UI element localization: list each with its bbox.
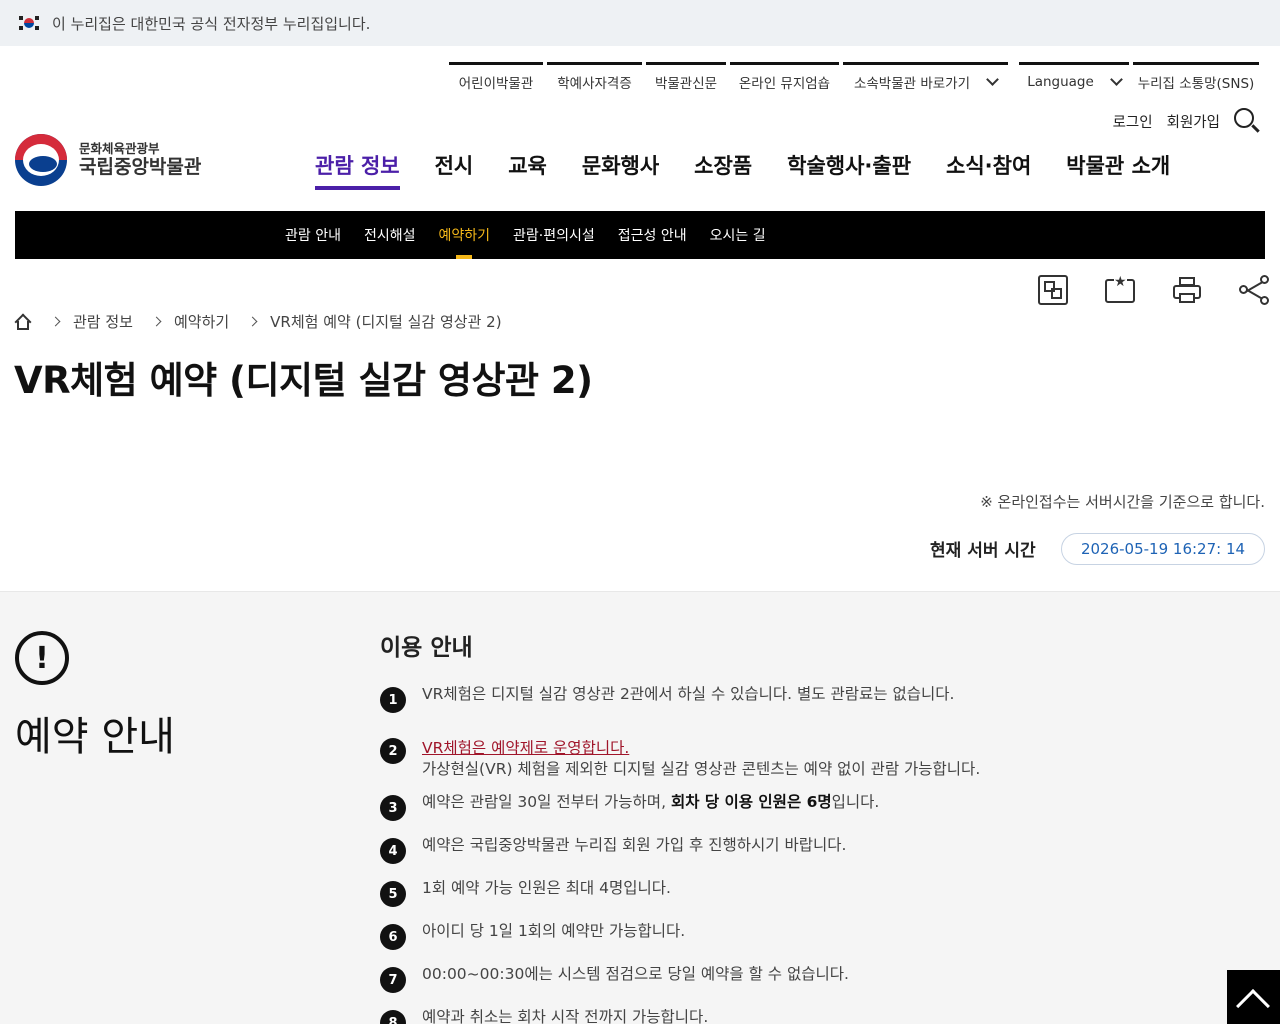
info-title: 예약 안내 <box>15 714 175 760</box>
server-time-label: 현재 서버 시간 <box>930 541 1036 561</box>
main-nav-about[interactable]: 박물관 소개 <box>1066 150 1170 190</box>
item-text: 가상현실(VR) 체험을 제외한 디지털 실감 영상관 콘텐츠는 예약 없이 관… <box>422 760 981 778</box>
main-nav-visit[interactable]: 관람 정보 <box>315 150 400 190</box>
list-item: 2 VR체험은 예약제로 운영합니다. 가상현실(VR) 체험을 제외한 디지털… <box>380 727 980 780</box>
signup-link[interactable]: 회원가입 <box>1167 111 1220 132</box>
list-item: 5 1회 예약 가능 인원은 최대 4명입니다. <box>380 878 980 907</box>
share-icon[interactable] <box>1239 275 1269 305</box>
language-label: Language <box>1027 73 1094 90</box>
list-item: 6 아이디 당 1일 1회의 예약만 가능합니다. <box>380 921 980 950</box>
util-link-sns[interactable]: 누리집 소통망(SNS) <box>1133 62 1259 98</box>
main-nav-news[interactable]: 소식·참여 <box>946 150 1031 190</box>
item-number: 5 <box>380 881 406 907</box>
main-nav-education[interactable]: 교육 <box>508 150 547 190</box>
list-item: 4 예약은 국립중앙박물관 누리집 회원 가입 후 진행하시기 바랍니다. <box>380 835 980 864</box>
item-number: 1 <box>380 687 406 713</box>
page-tools: ★ <box>1038 275 1269 305</box>
usage-title: 이용 안내 <box>380 635 473 661</box>
account-links: 로그인 회원가입 <box>1099 108 1260 134</box>
logo-ministry: 문화체육관광부 <box>79 141 160 157</box>
utility-nav-right: Language 누리집 소통망(SNS) <box>1019 62 1263 98</box>
chevron-right-icon <box>50 316 61 327</box>
exclamation-icon: ! <box>15 631 69 685</box>
chevron-down-icon <box>986 72 999 86</box>
util-link-curator[interactable]: 학예사자격증 <box>547 62 642 98</box>
government-emblem-icon <box>15 134 67 186</box>
usage-list: 1 VR체험은 디지털 실감 영상관 2관에서 하실 수 있습니다. 별도 관람… <box>380 684 980 1024</box>
chevron-right-icon <box>151 316 162 327</box>
chevron-right-icon <box>247 316 258 327</box>
reservation-info: ! 예약 안내 이용 안내 1 VR체험은 디지털 실감 영상관 2관에서 하실… <box>0 591 1280 1024</box>
item-text: 00:00~00:30에는 시스템 점검으로 당일 예약을 할 수 없습니다. <box>422 965 849 983</box>
login-link[interactable]: 로그인 <box>1113 111 1153 132</box>
home-icon[interactable] <box>14 313 32 330</box>
util-link-affiliates[interactable]: 소속박물관 바로가기 <box>843 62 1008 98</box>
page-title: VR체험 예약 (디지털 실감 영상관 2) <box>14 359 593 402</box>
item-text: 예약은 관람일 30일 전부터 가능하며, <box>422 793 671 811</box>
reservation-required-link[interactable]: VR체험은 예약제로 운영합니다. <box>422 739 629 757</box>
item-text: VR체험은 디지털 실감 영상관 2관에서 하실 수 있습니다. 별도 관람료는… <box>422 685 955 703</box>
item-text-strong: 회차 당 이용 인원은 6명 <box>670 793 832 811</box>
breadcrumb-current: VR체험 예약 (디지털 실감 영상관 2) <box>270 313 502 331</box>
sub-nav-directions[interactable]: 오시는 길 <box>710 225 766 245</box>
sub-nav-reservation[interactable]: 예약하기 <box>439 225 490 259</box>
list-item: 1 VR체험은 디지털 실감 영상관 2관에서 하실 수 있습니다. 별도 관람… <box>380 684 980 713</box>
util-link-shop[interactable]: 온라인 뮤지엄숍 <box>730 62 839 98</box>
sub-nav-facilities[interactable]: 관람·편의시설 <box>513 225 595 245</box>
list-item: 3 예약은 관람일 30일 전부터 가능하며, 회차 당 이용 인원은 6명입니… <box>380 792 980 821</box>
search-icon[interactable] <box>1234 108 1260 134</box>
util-link-kids[interactable]: 어린이박물관 <box>449 62 543 98</box>
list-item: 7 00:00~00:30에는 시스템 점검으로 당일 예약을 할 수 없습니다… <box>380 964 980 993</box>
print-icon[interactable] <box>1172 275 1202 305</box>
item-number: 7 <box>380 967 406 993</box>
sub-nav-accessibility[interactable]: 접근성 안내 <box>618 225 687 245</box>
gov-banner-text: 이 누리집은 대한민국 공식 전자정부 누리집입니다. <box>52 14 371 33</box>
sub-nav-docent[interactable]: 전시해설 <box>364 225 416 245</box>
sub-nav-guide[interactable]: 관람 안내 <box>285 225 341 245</box>
breadcrumb: 관람 정보 예약하기 VR체험 예약 (디지털 실감 영상관 2) <box>14 311 502 332</box>
item-text: 입니다. <box>831 793 880 811</box>
language-select[interactable]: Language <box>1019 62 1129 98</box>
item-number: 3 <box>380 795 406 821</box>
chevron-down-icon <box>1109 72 1123 86</box>
item-text: 아이디 당 1일 1회의 예약만 가능합니다. <box>422 922 686 940</box>
gov-banner: 이 누리집은 대한민국 공식 전자정부 누리집입니다. <box>0 0 1280 46</box>
main-nav-events[interactable]: 문화행사 <box>582 150 659 190</box>
main-nav: 관람 정보 전시 교육 문화행사 소장품 학술행사·출판 소식·참여 박물관 소… <box>315 150 1205 190</box>
item-text: 예약과 취소는 회차 시작 전까지 가능합니다. <box>422 1008 709 1024</box>
server-time-note: ※ 온라인접수는 서버시간을 기준으로 합니다. <box>980 493 1265 511</box>
item-text: 예약은 국립중앙박물관 누리집 회원 가입 후 진행하시기 바랍니다. <box>422 836 847 854</box>
list-item: 8 예약과 취소는 회차 시작 전까지 가능합니다. <box>380 1007 980 1024</box>
utility-nav: 어린이박물관 학예사자격증 박물관신문 온라인 뮤지엄숍 소속박물관 바로가기 <box>449 62 1012 98</box>
item-number: 8 <box>380 1010 406 1024</box>
korea-flag-icon <box>18 15 40 31</box>
util-link-affiliates-label: 소속박물관 바로가기 <box>853 75 971 92</box>
site-logo[interactable]: 문화체육관광부 국립중앙박물관 <box>15 134 201 186</box>
item-number: 6 <box>380 924 406 950</box>
item-number: 2 <box>380 738 406 764</box>
sub-nav: 관람 안내 전시해설 예약하기 관람·편의시설 접근성 안내 오시는 길 <box>15 211 1265 259</box>
breadcrumb-reservation[interactable]: 예약하기 <box>174 311 229 332</box>
util-link-newspaper[interactable]: 박물관신문 <box>646 62 726 98</box>
breadcrumb-visit[interactable]: 관람 정보 <box>73 311 133 332</box>
item-number: 4 <box>380 838 406 864</box>
main-nav-collection[interactable]: 소장품 <box>694 150 752 190</box>
item-text: 1회 예약 가능 인원은 최대 4명입니다. <box>422 879 671 897</box>
main-nav-exhibition[interactable]: 전시 <box>435 150 474 190</box>
logo-name: 국립중앙박물관 <box>79 156 202 179</box>
qr-icon[interactable] <box>1038 275 1068 305</box>
scroll-to-top-button[interactable] <box>1227 970 1280 1024</box>
main-nav-academic[interactable]: 학술행사·출판 <box>787 150 911 190</box>
server-time-value: 2026-05-19 16:27: 14 <box>1061 533 1265 565</box>
favorite-icon[interactable]: ★ <box>1105 275 1135 303</box>
chevron-up-icon <box>1236 989 1270 1023</box>
